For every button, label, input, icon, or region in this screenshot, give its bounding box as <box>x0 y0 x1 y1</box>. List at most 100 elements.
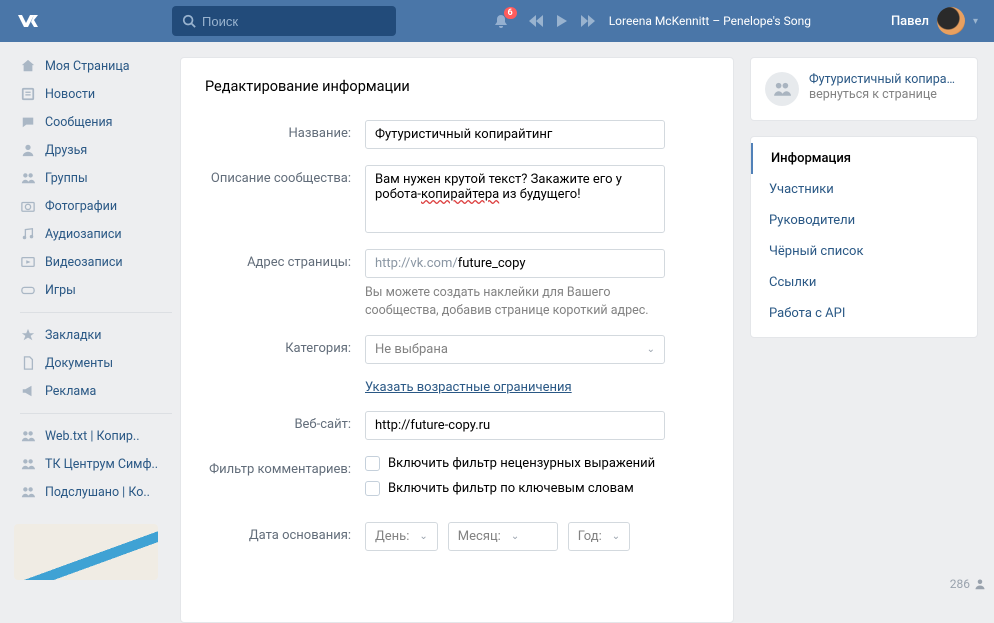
sidebar-label: Web.txt | Копир.. <box>45 429 140 444</box>
music-icon <box>20 227 36 241</box>
sidebar-label: Реклама <box>45 384 96 399</box>
sidebar-item-bookmarks[interactable]: Закладки <box>14 321 178 349</box>
sidebar-item-docs[interactable]: Документы <box>14 349 178 377</box>
community-name[interactable]: Футуристичный копирай... <box>809 72 959 87</box>
chevron-down-icon: ⌄ <box>511 531 519 542</box>
sidebar-item-group1[interactable]: Web.txt | Копир.. <box>14 422 178 450</box>
label-filter: Фильтр комментариев: <box>205 456 365 506</box>
filter-profanity-checkbox[interactable] <box>365 456 380 471</box>
right-column: Футуристичный копирай... вернуться к стр… <box>750 57 978 623</box>
prev-icon[interactable] <box>529 15 543 27</box>
filter-label: Включить фильтр по ключевым словам <box>388 481 634 496</box>
player-controls <box>529 15 595 27</box>
ad-thumbnail[interactable] <box>14 524 158 580</box>
message-icon <box>20 115 36 129</box>
camera-icon <box>20 199 36 213</box>
website-input[interactable] <box>365 411 665 440</box>
sidebar-label: Новости <box>45 87 95 102</box>
day-select[interactable]: День:⌄ <box>365 522 438 551</box>
groups-icon <box>20 171 36 185</box>
search-input[interactable] <box>202 14 386 29</box>
sidebar-label: Друзья <box>45 143 87 158</box>
sidebar-item-photos[interactable]: Фотографии <box>14 192 178 220</box>
online-count[interactable]: 286 <box>950 577 986 591</box>
sidebar-item-video[interactable]: Видеозаписи <box>14 248 178 276</box>
user-name: Павел <box>891 14 929 29</box>
gamepad-icon <box>20 283 36 297</box>
sidebar-item-group2[interactable]: ТК Центрум Симф.. <box>14 450 178 478</box>
header: 6 Loreena McKennitt – Penelope's Song Па… <box>0 0 994 42</box>
news-icon <box>20 87 36 101</box>
sidebar-label: Закладки <box>45 328 102 343</box>
groups-icon <box>20 457 36 471</box>
sidebar-item-profile[interactable]: Моя Страница <box>14 52 178 80</box>
tab-members[interactable]: Участники <box>751 174 977 205</box>
sidebar-item-ads[interactable]: Реклама <box>14 377 178 405</box>
name-input[interactable] <box>365 120 665 149</box>
sidebar-item-groups[interactable]: Группы <box>14 164 178 192</box>
tab-blacklist[interactable]: Чёрный список <box>751 236 977 267</box>
friend-icon <box>20 143 36 157</box>
player-track[interactable]: Loreena McKennitt – Penelope's Song <box>609 14 811 28</box>
sidebar: Моя Страница Новости Сообщения Друзья Гр… <box>14 42 178 623</box>
megaphone-icon <box>20 384 36 398</box>
next-icon[interactable] <box>581 15 595 27</box>
sidebar-item-friends[interactable]: Друзья <box>14 136 178 164</box>
avatar <box>937 7 965 35</box>
label-description: Описание сообщества: <box>205 165 365 233</box>
groups-icon <box>20 485 36 499</box>
groups-icon <box>20 429 36 443</box>
back-link[interactable]: вернуться к странице <box>809 87 959 102</box>
chevron-down-icon: ⌄ <box>612 531 620 542</box>
vk-logo[interactable] <box>14 7 42 35</box>
label-name: Название: <box>205 120 365 149</box>
tab-info[interactable]: Информация <box>751 143 977 174</box>
filter-keywords-checkbox[interactable] <box>365 481 380 496</box>
sidebar-separator <box>20 413 172 414</box>
sidebar-item-audio[interactable]: Аудиозаписи <box>14 220 178 248</box>
label-website: Веб-сайт: <box>205 411 365 440</box>
play-icon[interactable] <box>557 15 567 27</box>
year-select[interactable]: Год:⌄ <box>568 522 630 551</box>
sidebar-label: Моя Страница <box>45 59 130 74</box>
sidebar-label: Подслушано | Ко.. <box>45 485 150 500</box>
category-select[interactable]: Не выбрана⌄ <box>365 335 665 364</box>
sidebar-item-news[interactable]: Новости <box>14 80 178 108</box>
sidebar-label: Аудиозаписи <box>45 227 122 242</box>
chevron-down-icon: ⌄ <box>647 344 655 355</box>
home-icon <box>20 59 36 73</box>
label-url: Адрес страницы: <box>205 249 365 319</box>
video-icon <box>20 255 36 269</box>
sidebar-item-games[interactable]: Игры <box>14 276 178 304</box>
tab-admins[interactable]: Руководители <box>751 205 977 236</box>
sidebar-label: Группы <box>45 171 88 186</box>
sidebar-item-group3[interactable]: Подслушано | Ко.. <box>14 478 178 506</box>
notifications-icon[interactable]: 6 <box>493 13 509 29</box>
age-restriction-link[interactable]: Указать возрастные ограничения <box>365 380 572 395</box>
url-input[interactable]: http://vk.com/future_copy <box>365 249 665 278</box>
description-input[interactable]: Вам нужен крутой текст? Закажите его у р… <box>365 165 665 233</box>
page-title: Редактирование информации <box>205 78 709 95</box>
month-select[interactable]: Месяц:⌄ <box>448 522 558 551</box>
community-avatar <box>765 72 799 106</box>
label-founded: Дата основания: <box>205 522 365 551</box>
sidebar-label: ТК Центрум Симф.. <box>45 457 158 472</box>
url-slug: future_copy <box>458 256 526 271</box>
document-icon <box>20 356 36 370</box>
filter-label: Включить фильтр нецензурных выражений <box>388 456 655 471</box>
sidebar-label: Документы <box>45 356 113 371</box>
chevron-down-icon: ▾ <box>973 16 978 27</box>
url-prefix: http://vk.com/ <box>375 256 458 271</box>
star-icon <box>20 328 36 342</box>
url-hint: Вы можете создать наклейки для Вашего со… <box>365 284 665 319</box>
sidebar-label: Сообщения <box>45 115 113 130</box>
sidebar-label: Игры <box>45 283 76 298</box>
user-menu[interactable]: Павел ▾ <box>891 7 978 35</box>
tab-links[interactable]: Ссылки <box>751 267 977 298</box>
sidebar-label: Фотографии <box>45 199 117 214</box>
search-box[interactable] <box>172 6 396 36</box>
notif-badge: 6 <box>504 7 517 19</box>
tab-api[interactable]: Работа с API <box>751 298 977 329</box>
sidebar-item-messages[interactable]: Сообщения <box>14 108 178 136</box>
main-panel: Редактирование информации Название: Опис… <box>180 57 734 623</box>
